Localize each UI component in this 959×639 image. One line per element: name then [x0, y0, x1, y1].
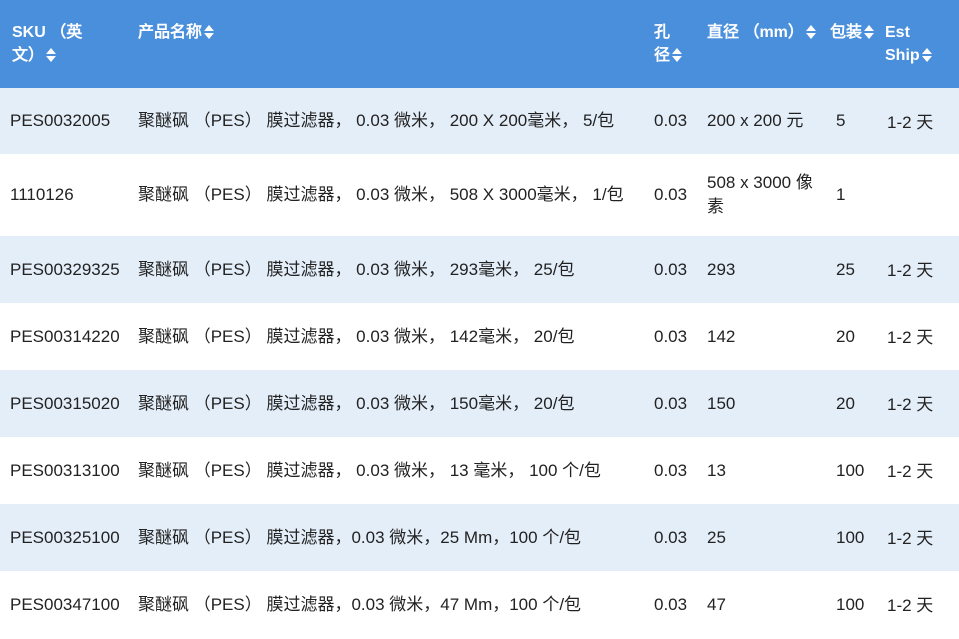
product-table: SKU （英文） 产品名称 孔径 直径 （mm） 包装 Est Ship PES… [0, 0, 959, 638]
cell-name[interactable]: 聚醚砜 （PES） 膜过滤器， 0.03 微米， 200 X 200毫米， 5/… [130, 88, 646, 154]
cell-sku: 1110126 [10, 185, 74, 204]
sort-updown-icon[interactable] [864, 25, 875, 39]
cell-pore: 0.03 [654, 326, 688, 346]
cell-pore: 0.03 [654, 111, 688, 130]
table-row[interactable]: PES00315020 聚醚砜 （PES） 膜过滤器， 0.03 微米， 150… [0, 370, 959, 437]
cell-ship: 1-2 天 [887, 395, 934, 414]
table-header: SKU （英文） 产品名称 孔径 直径 （mm） 包装 Est Ship [0, 0, 959, 88]
cell-ship: 1-2 天 [887, 596, 934, 615]
table-row[interactable]: PES00314220 聚醚砜 （PES） 膜过滤器， 0.03 微米， 142… [0, 303, 959, 370]
column-header-pack[interactable]: 包装 [828, 0, 879, 88]
column-header-label: 孔径 [654, 24, 671, 64]
cell-pack: 100 [836, 527, 865, 547]
cell-diameter: 142 [707, 326, 736, 346]
table-row[interactable]: PES00325100 聚醚砜 （PES） 膜过滤器，0.03 微米，25 Mm… [0, 504, 959, 571]
sort-updown-icon[interactable] [672, 48, 683, 62]
cell-ship: 1-2 天 [887, 328, 934, 347]
cell-pack: 20 [836, 326, 855, 346]
cell-diameter: 47 [707, 594, 726, 614]
cell-pore: 0.03 [654, 185, 688, 204]
cell-ship [879, 154, 959, 236]
cell-diameter: 13 [707, 460, 726, 480]
column-header-sku[interactable]: SKU （英文） [0, 0, 130, 88]
column-header-label: Est Ship [885, 24, 920, 64]
cell-pore: 0.03 [654, 259, 688, 279]
cell-pore: 0.03 [654, 527, 688, 547]
cell-name[interactable]: 聚醚砜 （PES） 膜过滤器， 0.03 微米， 142毫米， 20/包 [130, 303, 646, 370]
cell-name[interactable]: 聚醚砜 （PES） 膜过滤器，0.03 微米，25 Mm，100 个/包 [130, 504, 646, 571]
cell-name[interactable]: 聚醚砜 （PES） 膜过滤器， 0.03 微米， 150毫米， 20/包 [130, 370, 646, 437]
column-header-name[interactable]: 产品名称 [130, 0, 646, 88]
sort-updown-icon[interactable] [805, 25, 816, 39]
column-header-label: 包装 [830, 24, 863, 41]
table-row[interactable]: PES00347100 聚醚砜 （PES） 膜过滤器，0.03 微米，47 Mm… [0, 571, 959, 638]
cell-pore: 0.03 [654, 393, 688, 413]
cell-sku: PES00313100 [10, 460, 120, 480]
cell-name[interactable]: 聚醚砜 （PES） 膜过滤器， 0.03 微米， 293毫米， 25/包 [130, 236, 646, 303]
cell-ship: 1-2 天 [887, 529, 934, 548]
sort-updown-icon[interactable] [46, 48, 57, 62]
cell-pack: 100 [836, 460, 865, 480]
cell-ship: 1-2 天 [887, 112, 934, 132]
column-header-label: 产品名称 [138, 24, 203, 41]
cell-pore: 0.03 [654, 460, 688, 480]
column-header-diameter[interactable]: 直径 （mm） [699, 0, 828, 88]
cell-pack: 1 [836, 185, 846, 204]
cell-sku: PES00315020 [10, 393, 120, 413]
cell-diameter: 508 x 3000 像素 [707, 173, 813, 216]
cell-sku: PES00325100 [10, 527, 120, 547]
column-header-label: 直径 （mm） [707, 24, 804, 41]
column-header-ship[interactable]: Est Ship [879, 0, 959, 88]
cell-pore: 0.03 [654, 594, 688, 614]
cell-ship: 1-2 天 [887, 261, 934, 280]
table-row[interactable]: PES00329325 聚醚砜 （PES） 膜过滤器， 0.03 微米， 293… [0, 236, 959, 303]
cell-sku: PES0032005 [10, 111, 111, 130]
cell-sku: PES00314220 [10, 326, 120, 346]
sort-updown-icon[interactable] [204, 25, 215, 39]
cell-diameter: 200 x 200 元 [707, 111, 804, 130]
column-header-pore[interactable]: 孔径 [646, 0, 699, 88]
cell-diameter: 293 [707, 259, 736, 279]
table-row[interactable]: PES0032005 聚醚砜 （PES） 膜过滤器， 0.03 微米， 200 … [0, 88, 959, 154]
cell-diameter: 150 [707, 393, 736, 413]
cell-pack: 5 [836, 111, 846, 130]
table-body: PES0032005 聚醚砜 （PES） 膜过滤器， 0.03 微米， 200 … [0, 88, 959, 638]
cell-ship: 1-2 天 [887, 462, 934, 481]
cell-name[interactable]: 聚醚砜 （PES） 膜过滤器， 0.03 微米， 508 X 3000毫米， 1… [130, 154, 646, 236]
cell-diameter: 25 [707, 527, 726, 547]
table-row[interactable]: PES00313100 聚醚砜 （PES） 膜过滤器， 0.03 微米， 13 … [0, 437, 959, 504]
cell-sku: PES00329325 [10, 259, 120, 279]
cell-pack: 25 [836, 259, 855, 279]
cell-pack: 100 [836, 594, 865, 614]
table-row[interactable]: 1110126 聚醚砜 （PES） 膜过滤器， 0.03 微米， 508 X 3… [0, 154, 959, 236]
sort-updown-icon[interactable] [921, 48, 932, 62]
cell-pack: 20 [836, 393, 855, 413]
cell-name[interactable]: 聚醚砜 （PES） 膜过滤器， 0.03 微米， 13 毫米， 100 个/包 [130, 437, 646, 504]
cell-name[interactable]: 聚醚砜 （PES） 膜过滤器，0.03 微米，47 Mm，100 个/包 [130, 571, 646, 638]
cell-sku: PES00347100 [10, 594, 120, 614]
header-row: SKU （英文） 产品名称 孔径 直径 （mm） 包装 Est Ship [0, 0, 959, 88]
